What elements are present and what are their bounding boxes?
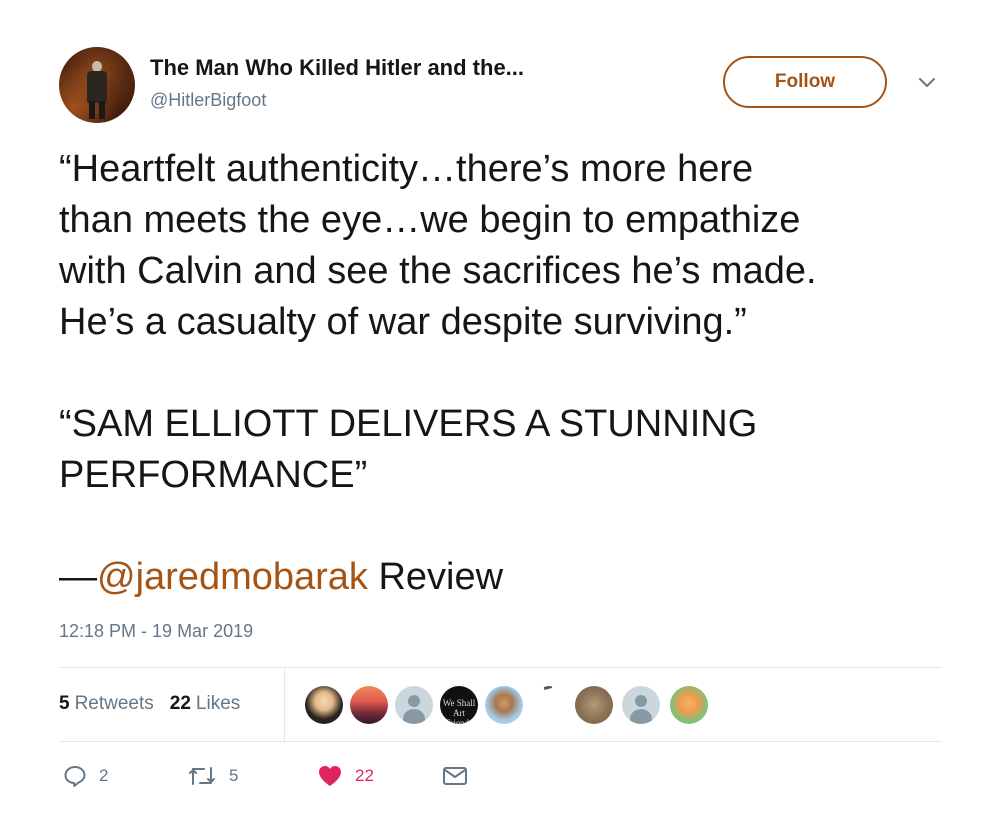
em-dash: — <box>59 556 97 598</box>
tweet-line: “Heartfelt authenticity…there’s more her… <box>59 148 754 190</box>
avatar-figure-leg <box>89 101 95 119</box>
follow-button[interactable]: Follow <box>723 56 887 108</box>
reply-button[interactable]: 2 <box>63 764 108 788</box>
direct-message-button[interactable] <box>442 764 468 788</box>
liker-avatar[interactable] <box>575 686 613 724</box>
tweet-timestamp[interactable]: 12:18 PM - 19 Mar 2019 <box>59 621 253 642</box>
heart-icon <box>319 766 341 786</box>
reply-icon <box>64 766 86 787</box>
likes-count: 22 <box>169 693 191 714</box>
liker-avatar[interactable] <box>530 686 568 724</box>
divider <box>59 667 942 668</box>
avatar-figure-leg <box>99 101 105 119</box>
avatar-figure-body <box>87 71 107 103</box>
user-handle[interactable]: @HitlerBigfoot <box>150 90 266 111</box>
mail-icon <box>443 767 467 785</box>
tweet-line: with Calvin and see the sacrifices he’s … <box>59 250 817 292</box>
stats-divider <box>284 668 285 741</box>
tweet-signature: —@jaredmobarak Review <box>59 552 959 603</box>
retweets-label: Retweets <box>74 693 154 714</box>
like-count: 22 <box>355 766 374 785</box>
tweet-text: “Heartfelt authenticity…there’s more her… <box>59 144 959 603</box>
liker-avatar-default[interactable] <box>622 686 660 724</box>
chevron-down-icon[interactable] <box>918 76 936 90</box>
retweet-count: 5 <box>229 766 239 785</box>
display-name[interactable]: The Man Who Killed Hitler and the... <box>150 55 524 81</box>
engagement-stats: 5 Retweets 22 Likes <box>59 693 240 715</box>
retweets-stat[interactable]: 5 Retweets <box>59 693 154 715</box>
likes-stat[interactable]: 22 Likes <box>170 693 241 715</box>
retweet-icon <box>189 767 215 785</box>
tweet-line: PERFORMANCE” <box>59 454 368 496</box>
mention-link[interactable]: @jaredmobarak <box>97 556 368 598</box>
liker-avatar-mark <box>543 686 553 690</box>
like-button[interactable]: 22 <box>317 764 374 788</box>
liker-avatar[interactable]: We Shall Art Friends <box>440 686 478 724</box>
profile-avatar[interactable] <box>59 47 135 123</box>
retweets-count: 5 <box>59 693 70 714</box>
liker-badge-text: We Shall Art Friends <box>442 698 476 724</box>
liker-avatar[interactable] <box>485 686 523 724</box>
liker-avatar[interactable] <box>350 686 388 724</box>
tweet-line: He’s a casualty of war despite surviving… <box>59 301 747 343</box>
liker-avatar[interactable] <box>670 686 708 724</box>
liker-avatar[interactable] <box>305 686 343 724</box>
tweet-line: than meets the eye…we begin to empathize <box>59 199 801 241</box>
retweet-button[interactable]: 5 <box>187 764 238 788</box>
tweet-line: “SAM ELLIOTT DELIVERS A STUNNING <box>59 403 758 445</box>
likes-label: Likes <box>195 693 241 714</box>
divider <box>59 741 942 742</box>
review-text: Review <box>367 556 504 598</box>
tweet-card: The Man Who Killed Hitler and the... @Hi… <box>0 0 1000 833</box>
liker-avatar-default[interactable] <box>395 686 433 724</box>
reply-count: 2 <box>99 766 109 785</box>
